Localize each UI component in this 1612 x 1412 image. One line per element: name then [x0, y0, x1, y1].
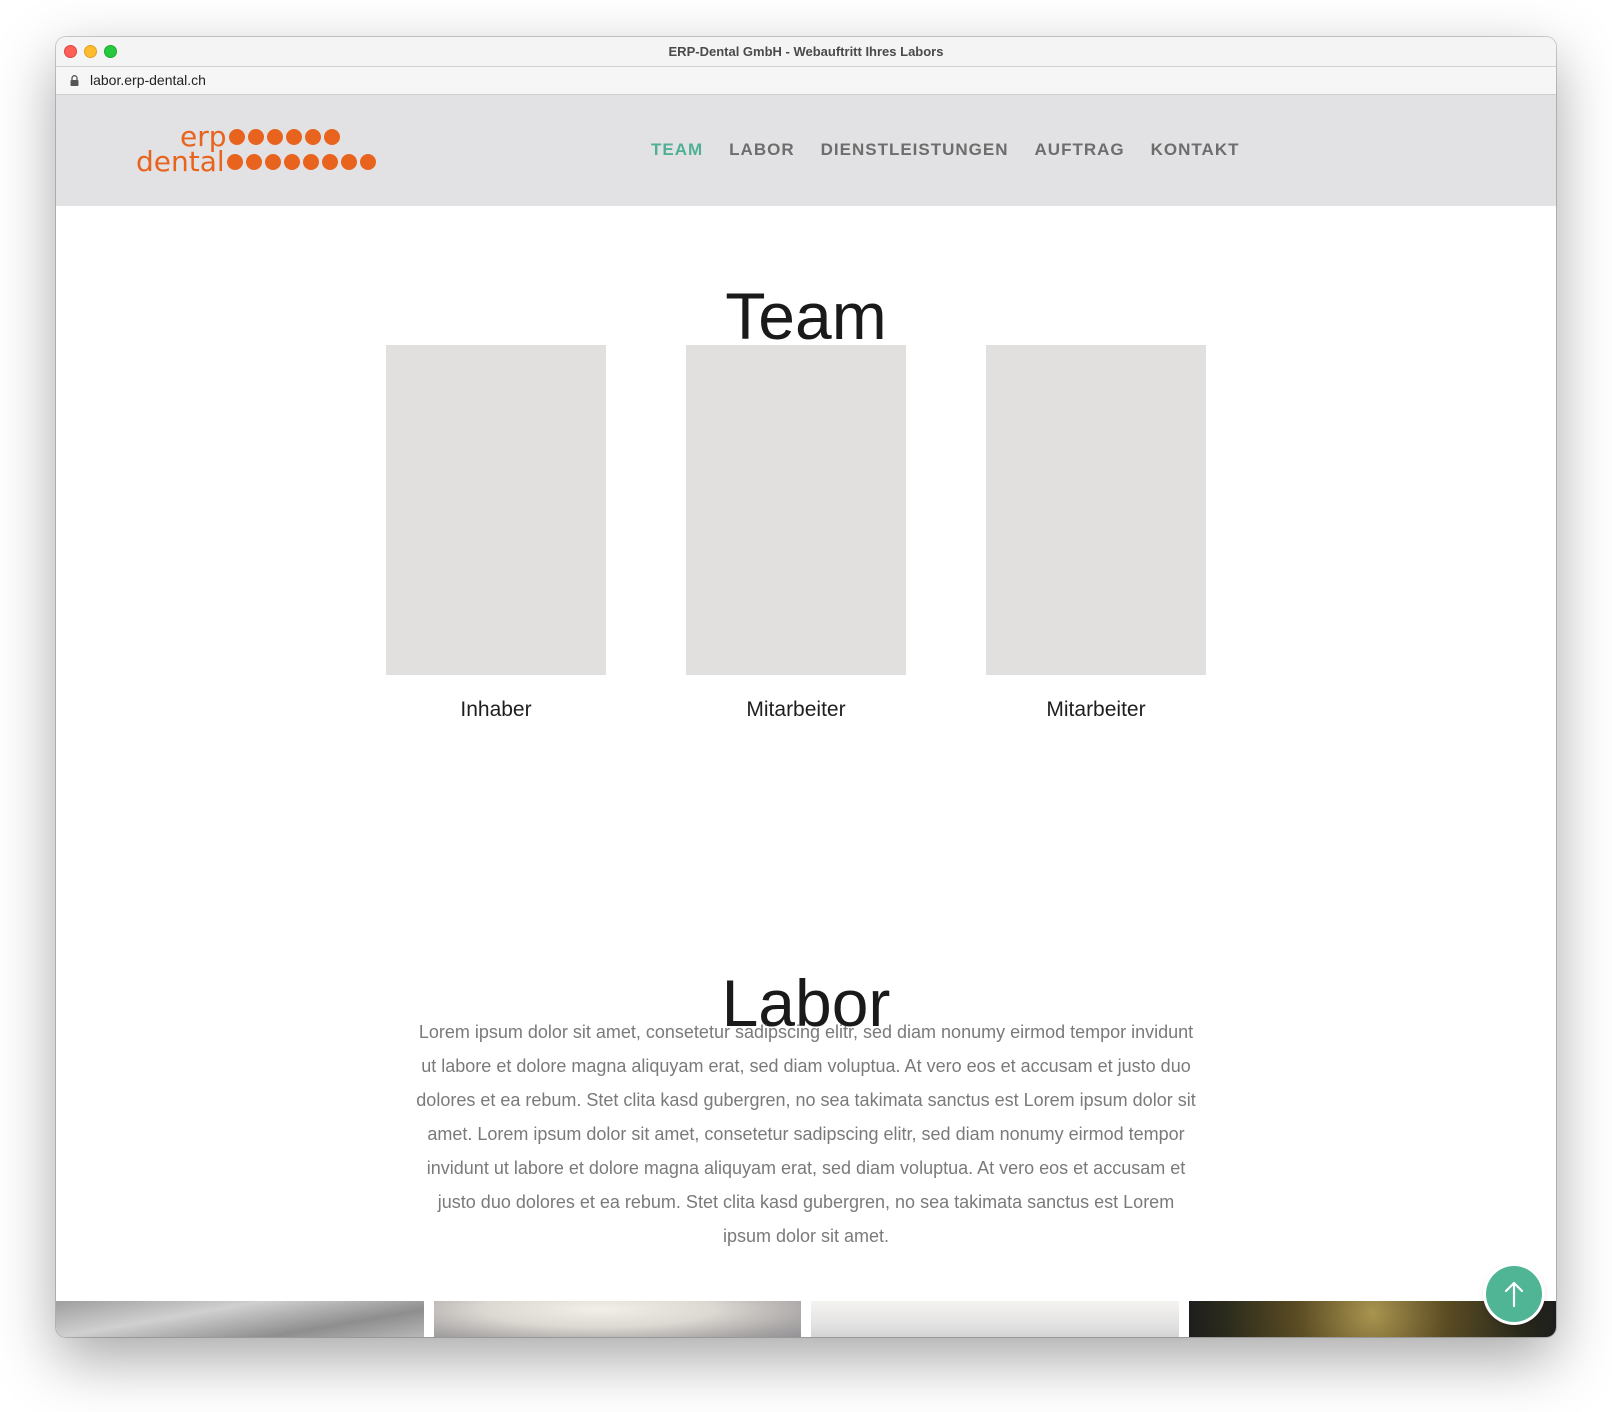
team-card: Inhaber — [386, 345, 606, 722]
logo-dot — [321, 154, 338, 170]
team-photo-placeholder — [986, 345, 1206, 675]
gallery-image[interactable] — [811, 1301, 1179, 1337]
team-section-title: Team — [725, 279, 887, 354]
window-titlebar: ERP-Dental GmbH - Webauftritt Ihres Labo… — [56, 37, 1556, 67]
window-title: ERP-Dental GmbH - Webauftritt Ihres Labo… — [668, 44, 944, 59]
team-photo-placeholder — [686, 345, 906, 675]
site-header: erp dental TEAM LABOR DIENSTLEISTUNGEN A… — [56, 95, 1556, 206]
logo-dots-2 — [226, 154, 379, 170]
nav-item-auftrag[interactable]: AUFTRAG — [1035, 140, 1125, 160]
logo-dot — [283, 154, 300, 170]
erp-dental-logo[interactable]: erp dental — [136, 123, 396, 179]
nav-item-team[interactable]: TEAM — [651, 140, 703, 160]
logo-dot — [245, 154, 262, 170]
logo-dot — [304, 129, 321, 145]
url-text[interactable]: labor.erp-dental.ch — [90, 72, 206, 88]
logo-text-dental: dental — [136, 145, 225, 178]
browser-window: ERP-Dental GmbH - Webauftritt Ihres Labo… — [56, 37, 1556, 1337]
team-role: Mitarbeiter — [746, 698, 846, 721]
nav-item-dienstleistungen[interactable]: DIENSTLEISTUNGEN — [821, 140, 1009, 160]
gallery-image[interactable] — [434, 1301, 801, 1337]
logo-dot — [285, 129, 302, 145]
logo-dot — [264, 154, 281, 170]
team-card: Mitarbeiter — [686, 345, 906, 722]
team-card: Mitarbeiter — [986, 345, 1206, 722]
lock-icon — [70, 75, 79, 86]
team-photo-placeholder — [386, 345, 606, 675]
logo-line-dental: dental — [136, 148, 379, 176]
arrow-up-icon — [1504, 1281, 1524, 1308]
logo-dot — [266, 129, 283, 145]
logo-dot — [302, 154, 319, 170]
logo-dot — [340, 154, 357, 170]
logo-dot — [247, 129, 264, 145]
logo-dot — [323, 129, 340, 145]
scroll-to-top-button[interactable] — [1486, 1266, 1542, 1322]
nav-item-kontakt[interactable]: KONTAKT — [1151, 140, 1240, 160]
logo-dot — [228, 129, 245, 145]
logo-dot — [359, 154, 376, 170]
gallery-image[interactable] — [56, 1301, 424, 1337]
logo-dot — [226, 154, 243, 170]
main-nav: TEAM LABOR DIENSTLEISTUNGEN AUFTRAG KONT… — [651, 140, 1239, 160]
labor-gallery — [56, 1301, 1556, 1337]
address-bar[interactable]: labor.erp-dental.ch — [56, 67, 1556, 95]
team-role: Inhaber — [460, 698, 532, 721]
logo-dots-1 — [228, 129, 343, 145]
labor-description: Lorem ipsum dolor sit amet, consetetur s… — [416, 1022, 1196, 1246]
nav-item-labor[interactable]: LABOR — [729, 140, 794, 160]
team-role: Mitarbeiter — [1046, 698, 1146, 721]
